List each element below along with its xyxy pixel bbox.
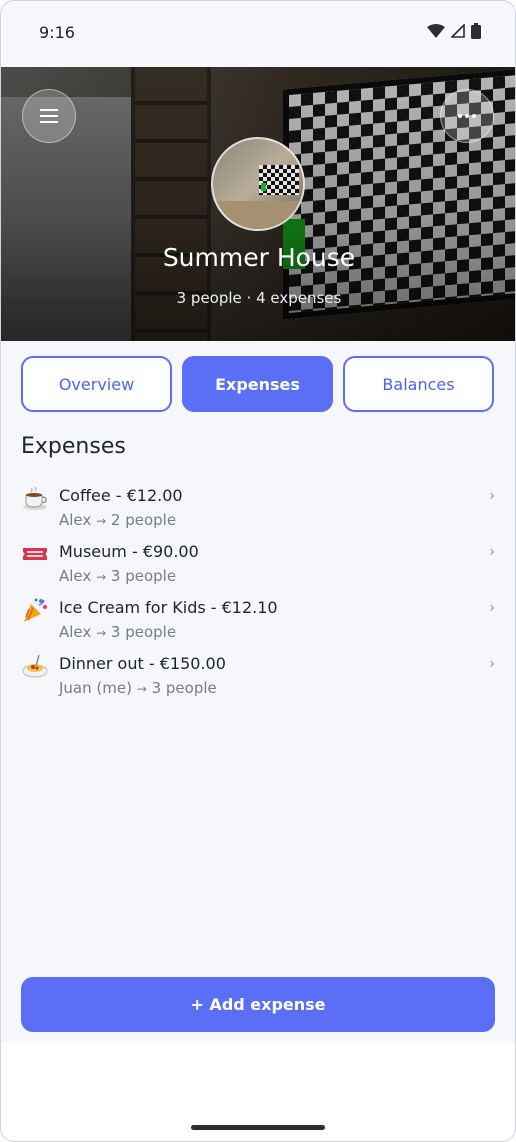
- expense-split: Juan (me) → 3 people: [59, 679, 217, 697]
- expense-payer: Alex: [59, 623, 92, 641]
- coffee-icon: [23, 486, 47, 510]
- chevron-right-icon: ›: [489, 488, 495, 504]
- expense-item-ice-cream[interactable]: Ice Cream for Kids - €12.10 Alex → 3 peo…: [1, 596, 515, 648]
- spaghetti-icon: [22, 654, 48, 678]
- expense-payer: Juan (me): [59, 679, 132, 697]
- expense-split: Alex → 3 people: [59, 567, 176, 585]
- expense-item-museum[interactable]: Museum - €90.00 Alex → 3 people ›: [1, 540, 515, 592]
- arrow-icon: →: [96, 570, 107, 584]
- expense-split: Alex → 3 people: [59, 623, 176, 641]
- expense-participants: 3 people: [110, 567, 177, 585]
- expense-title: Coffee - €12.00: [59, 486, 183, 505]
- expense-participants: 3 people: [110, 623, 177, 641]
- status-time: 9:16: [39, 23, 75, 42]
- more-options-button[interactable]: [440, 89, 494, 143]
- expense-payer: Alex: [59, 567, 92, 585]
- wifi-icon: [427, 24, 445, 38]
- status-icons: [427, 23, 481, 39]
- chevron-right-icon: ›: [489, 600, 495, 616]
- group-summary: 3 people · 4 expenses: [176, 289, 342, 307]
- ticket-icon: [23, 548, 47, 560]
- expense-title: Ice Cream for Kids - €12.10: [59, 598, 278, 617]
- section-title: Expenses: [21, 434, 126, 459]
- chevron-right-icon: ›: [489, 656, 495, 672]
- expense-item-dinner[interactable]: Dinner out - €150.00 Juan (me) → 3 peopl…: [1, 652, 515, 704]
- chevron-right-icon: ›: [489, 544, 495, 560]
- arrow-icon: →: [96, 514, 107, 528]
- tab-bar: Overview Expenses Balances: [21, 356, 495, 412]
- arrow-icon: →: [136, 682, 147, 696]
- group-name: Summer House: [162, 243, 356, 272]
- party-popper-icon: [24, 598, 47, 622]
- home-indicator[interactable]: [191, 1125, 325, 1130]
- expense-split: Alex → 2 people: [59, 511, 176, 529]
- expense-title: Dinner out - €150.00: [59, 654, 226, 673]
- tab-balances[interactable]: Balances: [343, 356, 494, 412]
- cellular-signal-icon: [451, 24, 465, 38]
- avatar-green-mark: [261, 183, 266, 191]
- expense-title: Museum - €90.00: [59, 542, 199, 561]
- hamburger-menu-icon: [40, 109, 58, 123]
- more-dots-icon: [458, 114, 476, 118]
- group-avatar[interactable]: [211, 137, 305, 231]
- battery-icon: [471, 23, 481, 39]
- add-expense-button[interactable]: + Add expense: [21, 977, 495, 1032]
- expense-item-coffee[interactable]: Coffee - €12.00 Alex → 2 people ›: [1, 484, 515, 536]
- main-content: Overview Expenses Balances Expenses Coff…: [1, 341, 515, 1043]
- phone-screen: 9:16 Summer House 3 people · 4 expenses …: [0, 0, 516, 1142]
- status-bar: 9:16: [1, 1, 515, 67]
- arrow-icon: →: [96, 626, 107, 640]
- menu-button[interactable]: [22, 89, 76, 143]
- expense-payer: Alex: [59, 511, 92, 529]
- tab-overview[interactable]: Overview: [21, 356, 172, 412]
- expense-participants: 3 people: [151, 679, 217, 697]
- tab-expenses[interactable]: Expenses: [182, 356, 333, 412]
- expense-participants: 2 people: [110, 511, 177, 529]
- avatar-floor: [213, 201, 303, 229]
